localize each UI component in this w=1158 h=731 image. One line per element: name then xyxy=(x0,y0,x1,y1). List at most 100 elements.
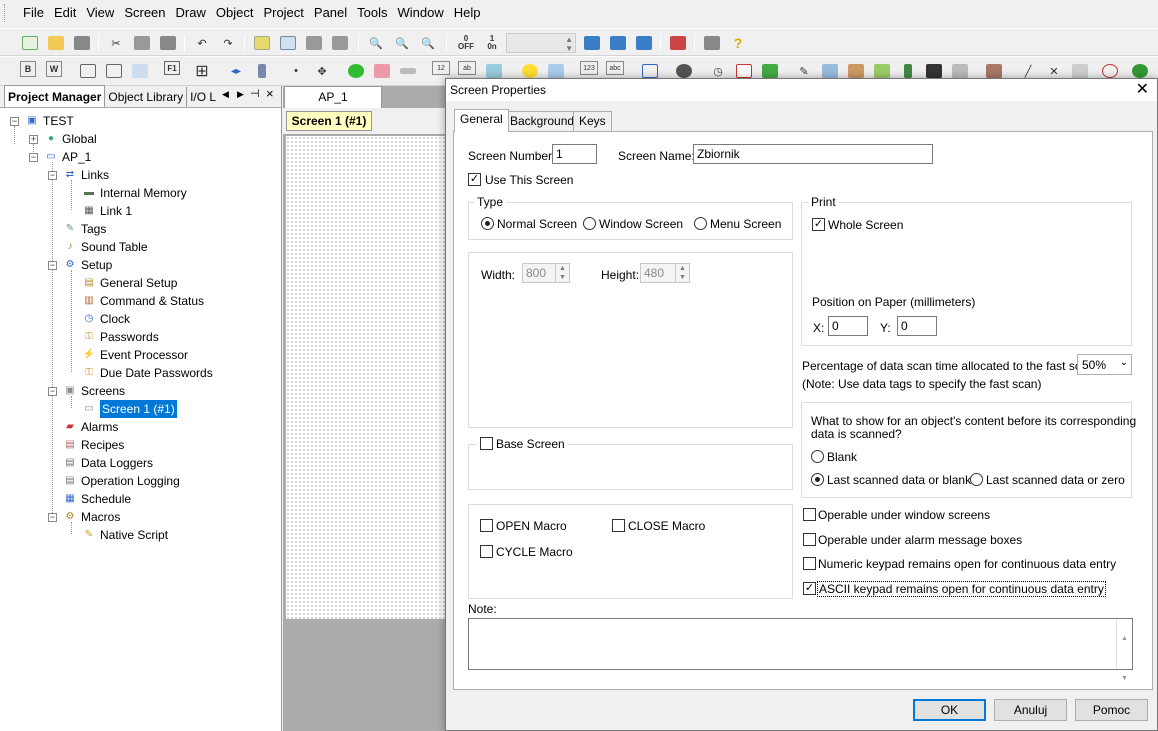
tab-scroll-right-icon[interactable]: ▶ xyxy=(237,89,244,100)
wide-icon[interactable]: W xyxy=(46,61,62,77)
open-icon[interactable] xyxy=(46,33,66,53)
base-screen-checkbox[interactable] xyxy=(480,437,493,450)
screen-next-icon[interactable] xyxy=(330,33,350,53)
ungroup-icon[interactable] xyxy=(104,61,124,81)
menu-draw[interactable]: Draw xyxy=(171,0,211,25)
screen-canvas[interactable] xyxy=(286,136,448,619)
tab-object-library[interactable]: Object Library xyxy=(105,87,188,107)
tree-item-native-script[interactable]: ✎ Native Script xyxy=(81,526,168,544)
zoom-in-icon[interactable]: 🔍 xyxy=(366,33,386,53)
cycle-macro-checkbox[interactable] xyxy=(480,545,493,558)
y-position-input[interactable] xyxy=(897,316,937,336)
zoom-out-icon[interactable]: 🔍 xyxy=(392,33,412,53)
tree-item-schedule[interactable]: ▦ Schedule xyxy=(62,490,131,508)
tree-item-sound-table[interactable]: ♪ Sound Table xyxy=(62,238,148,256)
tree-item-screen1[interactable]: ▭ Screen 1 (#1) xyxy=(81,400,177,418)
tab-general[interactable]: General xyxy=(454,109,509,132)
last-or-zero-radio[interactable] xyxy=(970,473,983,486)
tree-item-operation-logging[interactable]: ▤ Operation Logging xyxy=(62,472,179,490)
tab-background[interactable]: Background xyxy=(504,111,581,131)
bold-icon[interactable]: B xyxy=(20,61,36,77)
distribute-icon[interactable] xyxy=(252,61,272,81)
numeric-input-icon[interactable]: 123 xyxy=(580,61,598,75)
function-key-icon[interactable]: F1 xyxy=(164,61,180,75)
lamp-icon[interactable] xyxy=(346,61,366,81)
tree-item-macros[interactable]: ⚙ Macros xyxy=(62,508,121,526)
copy-icon[interactable] xyxy=(132,33,152,53)
cancel-button[interactable]: Anuluj xyxy=(994,699,1067,721)
tree-item-global[interactable]: ● Global xyxy=(43,130,97,148)
expand-test-icon[interactable]: − xyxy=(10,117,19,126)
operable-window-checkbox[interactable] xyxy=(803,508,816,521)
new-icon[interactable] xyxy=(20,33,40,53)
point-icon[interactable]: • xyxy=(286,61,306,81)
download-icon[interactable] xyxy=(582,33,602,53)
tree-item-due-date-passwords[interactable]: ⚿ Due Date Passwords xyxy=(81,364,213,382)
move-icon[interactable]: ✥ xyxy=(312,61,332,81)
expand-links-icon[interactable]: − xyxy=(48,171,57,180)
menu-panel[interactable]: Panel xyxy=(309,0,352,25)
align-icon[interactable]: ◂▸ xyxy=(226,61,246,81)
state-on-icon[interactable]: 1 0n xyxy=(482,33,502,53)
tab-io-list[interactable]: I/O L xyxy=(187,87,219,107)
screen-name-input[interactable] xyxy=(693,144,933,164)
screen-properties-icon[interactable] xyxy=(278,33,298,53)
menu-tools[interactable]: Tools xyxy=(352,0,392,25)
save-icon[interactable] xyxy=(72,33,92,53)
whole-screen-checkbox[interactable]: ✓ xyxy=(812,218,825,231)
tree-item-data-loggers[interactable]: ▤ Data Loggers xyxy=(62,454,153,472)
screen-number-input[interactable] xyxy=(552,144,597,164)
undo-icon[interactable]: ↶ xyxy=(192,33,212,53)
expand-macros-icon[interactable]: − xyxy=(48,513,57,522)
close-panel-icon[interactable]: × xyxy=(266,86,274,101)
menu-view[interactable]: View xyxy=(81,0,119,25)
tree-item-clock[interactable]: ◷ Clock xyxy=(81,310,130,328)
menu-file[interactable]: File xyxy=(18,0,49,25)
print-icon[interactable] xyxy=(702,33,722,53)
menu-window[interactable]: Window xyxy=(393,0,449,25)
tree-item-passwords[interactable]: ⚿ Passwords xyxy=(81,328,159,346)
simulate-icon[interactable] xyxy=(668,33,688,53)
tree-item-setup[interactable]: ⚙ Setup xyxy=(62,256,113,274)
numeric-keypad-checkbox[interactable] xyxy=(803,557,816,570)
slider-icon[interactable] xyxy=(398,61,418,81)
expand-setup-icon[interactable]: − xyxy=(48,261,57,270)
open-macro-checkbox[interactable] xyxy=(480,519,493,532)
tab-keys[interactable]: Keys xyxy=(573,111,612,131)
blank-radio[interactable] xyxy=(811,450,824,463)
picture-icon[interactable] xyxy=(130,61,150,81)
redo-icon[interactable]: ↷ xyxy=(218,33,238,53)
menu-screen[interactable]: Screen xyxy=(119,0,170,25)
tree-item-general-setup[interactable]: ▤ General Setup xyxy=(81,274,177,292)
tab-project-manager[interactable]: Project Manager xyxy=(4,85,106,107)
paste-icon[interactable] xyxy=(158,33,178,53)
group-icon[interactable] xyxy=(78,61,98,81)
tree-item-screens[interactable]: ▣ Screens xyxy=(62,382,125,400)
tree-item-ap1[interactable]: ▭ AP_1 xyxy=(43,148,91,166)
tree-item-command-status[interactable]: ▥ Command & Status xyxy=(81,292,204,310)
screen-prev-icon[interactable] xyxy=(304,33,324,53)
tree-item-tags[interactable]: ✎ Tags xyxy=(62,220,107,238)
grid-icon[interactable]: ⊞ xyxy=(192,61,212,81)
ok-button[interactable]: OK xyxy=(913,699,986,721)
menu-project[interactable]: Project xyxy=(258,0,308,25)
help-button[interactable]: Pomoc xyxy=(1075,699,1148,721)
tab-screen1[interactable]: Screen 1 (#1) xyxy=(286,111,372,131)
tree-item-event-processor[interactable]: ⚡ Event Processor xyxy=(81,346,188,364)
normal-screen-radio[interactable] xyxy=(481,217,494,230)
tree-item-test[interactable]: ▣ TEST xyxy=(24,112,73,130)
help-icon[interactable]: ? xyxy=(728,33,748,53)
menu-grip[interactable] xyxy=(4,3,18,22)
compile-icon[interactable] xyxy=(634,33,654,53)
tab-ap1[interactable]: AP_1 xyxy=(284,86,382,108)
tree-item-alarms[interactable]: ▰ Alarms xyxy=(62,418,118,436)
zoom-fit-icon[interactable]: 🔍 xyxy=(418,33,438,53)
menu-help[interactable]: Help xyxy=(449,0,486,25)
menu-screen-radio[interactable] xyxy=(694,217,707,230)
pin-icon[interactable]: ⊣ xyxy=(250,87,260,100)
window-screen-radio[interactable] xyxy=(583,217,596,230)
character-display-icon[interactable]: ab xyxy=(458,61,476,75)
tree-item-recipes[interactable]: ▤ Recipes xyxy=(62,436,124,454)
tab-scroll-left-icon[interactable]: ◀ xyxy=(222,89,229,100)
new-screen-icon[interactable] xyxy=(252,33,272,53)
